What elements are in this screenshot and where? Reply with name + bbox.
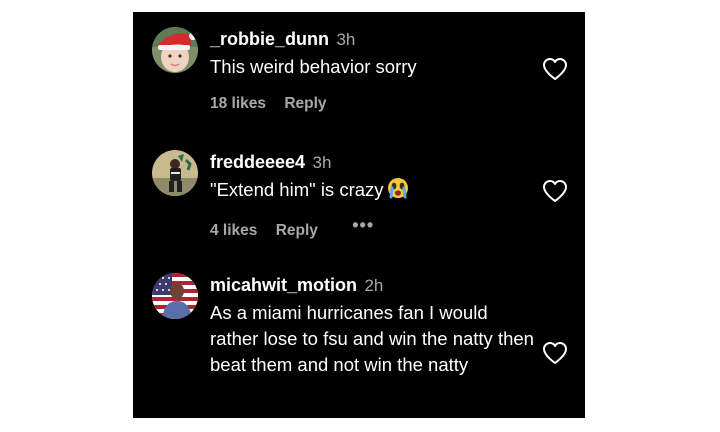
reply-button[interactable]: Reply: [276, 222, 318, 240]
likes-count[interactable]: 18 likes: [210, 95, 266, 113]
timestamp: 2h: [364, 276, 384, 295]
comment-text: This weird behavior sorry: [210, 56, 417, 77]
username-line: _robbie_dunn 3h: [210, 29, 355, 50]
timestamp: 3h: [312, 153, 332, 172]
heart-icon[interactable]: [542, 341, 568, 365]
timestamp: 3h: [336, 30, 356, 49]
heart-icon[interactable]: [542, 179, 568, 203]
crying-face-icon: [387, 177, 409, 206]
comment-text: As a miami hurricanes fan I would rather…: [210, 302, 534, 375]
avatar[interactable]: [152, 273, 198, 319]
comments-panel: _robbie_dunn 3h This weird behavior sorr…: [133, 12, 585, 418]
reply-button[interactable]: Reply: [284, 95, 326, 113]
username-line: micahwit_motion 2h: [210, 275, 383, 296]
comment-text: "Extend him" is crazy: [210, 179, 384, 200]
comment-actions: 18 likes Reply: [210, 95, 327, 113]
likes-count[interactable]: 4 likes: [210, 222, 257, 240]
avatar[interactable]: [152, 150, 198, 196]
username[interactable]: _robbie_dunn: [210, 29, 329, 49]
comment-actions: 4 likes Reply •••: [210, 215, 374, 240]
comment-text-line: "Extend him" is crazy: [210, 177, 540, 206]
more-options-icon[interactable]: •••: [352, 215, 374, 236]
username[interactable]: freddeeee4: [210, 152, 305, 172]
heart-icon[interactable]: [542, 57, 568, 81]
avatar[interactable]: [152, 27, 198, 73]
username[interactable]: micahwit_motion: [210, 275, 357, 295]
username-line: freddeeee4 3h: [210, 152, 331, 173]
